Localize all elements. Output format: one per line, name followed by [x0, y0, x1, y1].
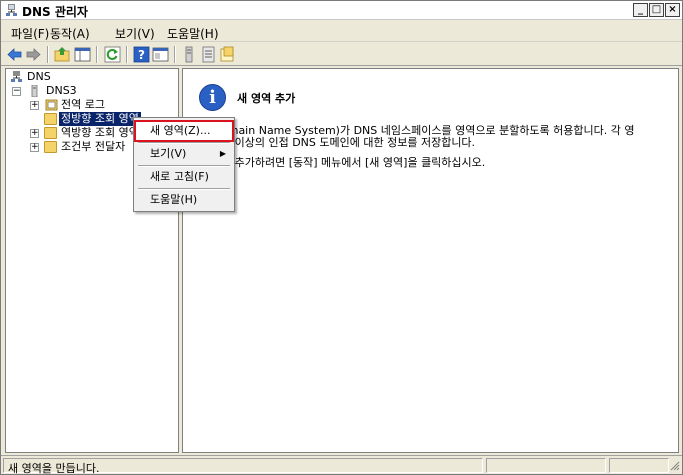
submenu-arrow-icon: ▶: [219, 149, 226, 158]
tree-item-global-logs[interactable]: + 전역 로그: [30, 98, 170, 112]
menu-separator: [138, 188, 230, 190]
close-button[interactable]: ×: [665, 3, 680, 17]
content-description-line2: 나 이상의 인접 DNS 도메인에 대한 정보를 저장합니다.: [221, 136, 476, 149]
up-folder-icon[interactable]: [54, 46, 71, 63]
expand-toggle[interactable]: +: [30, 101, 39, 110]
toolbar-separator: [96, 46, 98, 63]
content-heading: 새 영역 추가: [237, 92, 296, 105]
window-title: DNS 관리자: [22, 5, 88, 19]
menu-separator: [138, 165, 230, 167]
status-cell-main: 새 영역을 만듭니다.: [3, 458, 483, 475]
menu-item-refresh[interactable]: 새로 고침(F): [136, 168, 232, 186]
expand-toggle[interactable]: +: [30, 143, 39, 152]
menu-item-label: 보기(V): [150, 147, 187, 160]
help-icon[interactable]: ?: [133, 46, 150, 63]
show-hide-tree-icon[interactable]: [74, 46, 91, 63]
menu-view[interactable]: 보기(V): [115, 25, 155, 42]
back-arrow-icon[interactable]: [6, 46, 23, 63]
dns-app-icon: [6, 4, 17, 16]
toolbar-separator: [126, 46, 128, 63]
expand-toggle[interactable]: +: [30, 129, 39, 138]
tree-label-server: DNS3: [46, 84, 77, 97]
collapse-toggle[interactable]: −: [12, 87, 21, 96]
folder-icon: [44, 127, 57, 139]
tree-item-server[interactable]: − DNS3: [12, 84, 102, 98]
toolbar: ?: [1, 43, 682, 66]
menu-item-new-zone[interactable]: 새 영역(Z)...: [134, 120, 234, 142]
menu-bar: 파일(F) 동작(A) 보기(V) 도움말(H): [1, 21, 682, 42]
server-icon: [31, 85, 38, 97]
resize-grip-icon[interactable]: [669, 460, 680, 471]
menu-item-label: 새로 고침(F): [150, 170, 209, 183]
dns-manager-window: DNS 관리자 _ □ × 파일(F) 동작(A) 보기(V) 도움말(H) ?…: [0, 0, 683, 475]
status-cell-3: [609, 458, 669, 473]
folder-icon: [44, 113, 57, 125]
tree-label: 역방향 조회 영역: [61, 126, 139, 139]
title-bar: DNS 관리자 _ □ ×: [1, 1, 682, 20]
menu-item-help[interactable]: 도움말(H): [136, 191, 232, 209]
properties-icon[interactable]: [152, 46, 169, 63]
refresh-icon[interactable]: [104, 46, 121, 63]
svg-text:?: ?: [138, 48, 145, 62]
menu-action[interactable]: 동작(A): [50, 25, 90, 42]
menu-separator: [138, 142, 230, 144]
status-bar: 새 영역을 만듭니다.: [1, 455, 682, 475]
dns-root-icon: [11, 71, 22, 82]
server-list-icon[interactable]: [200, 46, 217, 63]
status-cell-2: [486, 458, 606, 473]
folder-icon: [44, 141, 57, 153]
tree-label: 조건부 전달자: [61, 140, 126, 153]
menu-item-label: 새 영역(Z)...: [150, 124, 211, 137]
context-menu: 새 영역(Z)... 보기(V) ▶ 새로 고침(F) 도움말(H): [133, 117, 235, 212]
info-icon: i: [199, 84, 226, 111]
menu-item-view[interactable]: 보기(V) ▶: [136, 145, 232, 163]
menu-item-label: 도움말(H): [150, 193, 198, 206]
zone-icon[interactable]: [219, 46, 236, 63]
tree-label: 전역 로그: [61, 98, 105, 111]
server-icon[interactable]: [181, 46, 198, 63]
content-description-line3: 을 추가하려면 [동작] 메뉴에서 [새 영역]을 클릭하십시오.: [221, 156, 486, 169]
tree-label: 정방향 조회 영역: [59, 112, 141, 126]
minimize-button[interactable]: _: [633, 3, 648, 17]
maximize-button[interactable]: □: [649, 3, 664, 17]
forward-arrow-icon[interactable]: [25, 46, 42, 63]
toolbar-separator: [174, 46, 176, 63]
status-text: 새 영역을 만듭니다.: [8, 462, 100, 475]
tree-label-dns: DNS: [27, 70, 51, 83]
log-icon: [45, 99, 58, 111]
menu-help[interactable]: 도움말(H): [167, 25, 219, 42]
menu-file[interactable]: 파일(F): [11, 25, 49, 42]
toolbar-separator: [47, 46, 49, 63]
